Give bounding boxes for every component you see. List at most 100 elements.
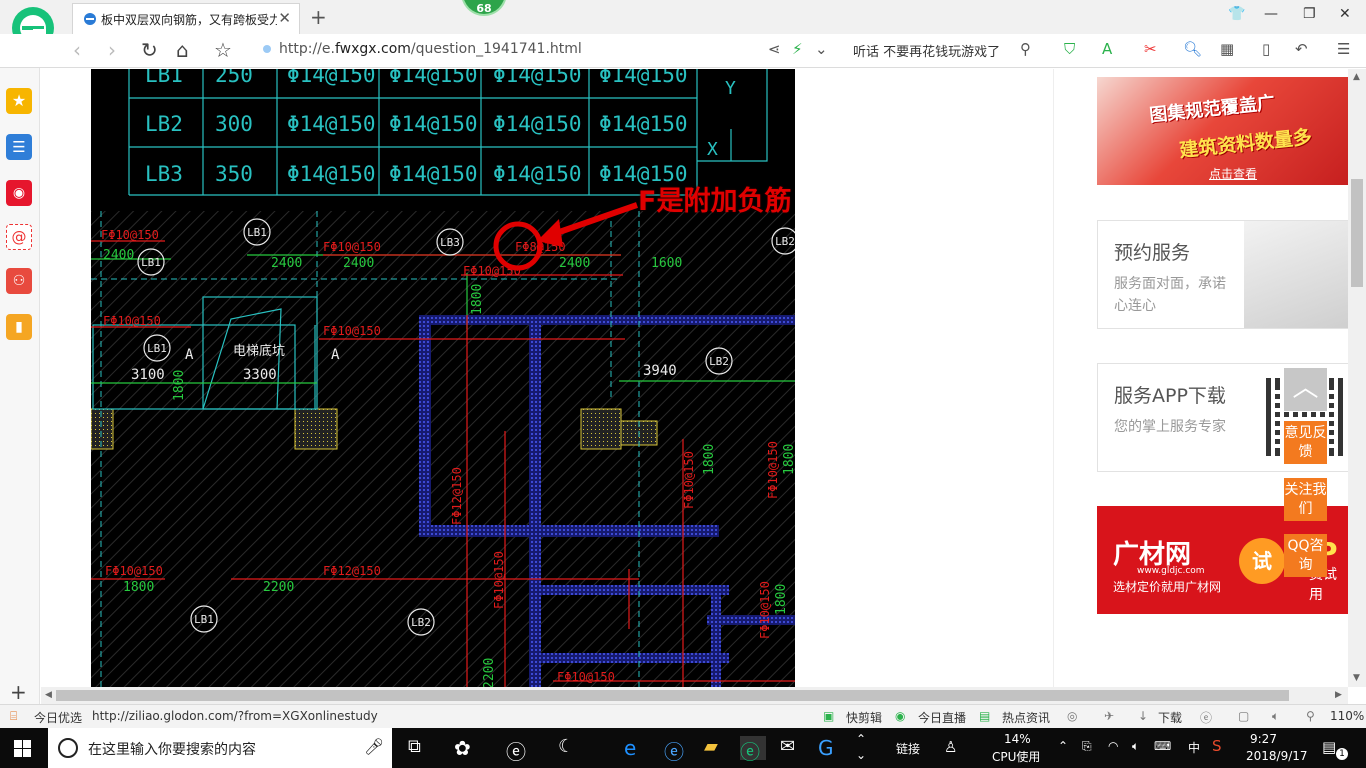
minimize-icon[interactable]: — [1264, 6, 1278, 22]
add-sidebar-icon[interactable]: + [10, 680, 27, 704]
fan-app-icon[interactable]: ✿ [454, 736, 480, 760]
tab-bar: 板中双层双向钢筋，又有跨板受力筋 ✕ + 68 👕 — ❐ ✕ [0, 0, 1366, 57]
banner-ad-top[interactable]: 图集规范覆盖广 建筑资料数量多 点击查看 [1097, 77, 1348, 185]
sogou-icon[interactable]: S [1212, 737, 1222, 755]
keyboard-icon[interactable]: ⌨ [1154, 739, 1171, 753]
tablet-icon[interactable]: ▯ [1262, 40, 1270, 58]
scroll-up-icon[interactable]: ▲ [1353, 72, 1360, 82]
microphone-icon[interactable]: 🎤︎ [364, 737, 384, 756]
appointment-service-card[interactable]: 预约服务 服务面对面，承诺心连心 [1097, 220, 1348, 329]
scroll-right-icon[interactable]: ▶ [1335, 690, 1342, 700]
cad-drawing-image: LB1 250 Φ14@150 Φ14@150 Φ14@150 Φ14@150 … [91, 69, 795, 687]
apps-grid-icon[interactable]: ▦ [1220, 40, 1234, 58]
gift-icon[interactable]: ⌸ [10, 709, 17, 724]
news-icon[interactable]: ▤ [979, 709, 990, 723]
ad-view-link[interactable]: 点击查看 [1209, 165, 1257, 182]
restore-icon[interactable]: ❐ [1303, 6, 1316, 22]
ie-icon[interactable]: ⓔ [1200, 709, 1212, 726]
file-explorer-icon[interactable]: ▰ [704, 736, 730, 760]
email-icon[interactable]: @ [6, 224, 32, 250]
ie-icon[interactable]: ⓔ [664, 736, 690, 764]
close-window-icon[interactable]: ✕ [1339, 6, 1351, 22]
glodon-icon[interactable]: G [818, 736, 844, 760]
today-live[interactable]: 今日直播 [918, 709, 966, 726]
home-icon[interactable]: ⌂ [176, 38, 189, 62]
menu-icon[interactable]: ☰ [1337, 40, 1350, 58]
share-icon[interactable]: ⋖ [768, 40, 781, 58]
new-tab-button[interactable]: + [310, 5, 327, 29]
dropdown-chevron-icon[interactable]: ⌄ [815, 40, 828, 58]
undo-icon[interactable]: ↶ [1295, 40, 1308, 58]
speaker-icon[interactable]: 🔈︎ [1132, 739, 1139, 754]
mail-bell-icon[interactable]: ☾ [558, 736, 584, 760]
notes-icon[interactable]: ▮ [6, 314, 32, 340]
rebar-label: FΦ10@150 [103, 314, 161, 328]
taskbar-scroll-down-icon[interactable]: ⌄ [856, 748, 866, 762]
table-cell-thick: 300 [215, 112, 253, 136]
download-label[interactable]: 下载 [1158, 709, 1182, 726]
network-icon[interactable]: ⎘ [1082, 739, 1092, 754]
translate-icon[interactable]: A [1102, 40, 1112, 58]
slab-tag: LB1 [141, 256, 161, 269]
browser-tab[interactable]: 板中双层双向钢筋，又有跨板受力筋 ✕ [72, 3, 300, 34]
quick-clip[interactable]: 快剪辑 [846, 709, 882, 726]
vertical-scrollbar[interactable]: ▲ ▼ [1348, 69, 1366, 687]
mail-icon[interactable]: ✉ [780, 736, 806, 760]
lightning-icon[interactable]: ⚡ [792, 40, 803, 58]
back-to-top-icon[interactable]: ︿ [1284, 368, 1327, 411]
notification-icon[interactable]: ▤ [1322, 738, 1336, 756]
back-icon[interactable]: ‹ [73, 38, 81, 62]
task-view-icon[interactable]: ⧉ [408, 736, 434, 760]
zoom-icon[interactable]: ⚲ [1306, 709, 1315, 723]
score-badge[interactable]: 68 [461, 0, 507, 16]
search-icon[interactable]: ⚲ [1020, 40, 1031, 58]
favorite-star-icon[interactable]: ☆ [214, 38, 232, 62]
edge-legacy-icon[interactable]: ⓔ [506, 736, 532, 764]
today-picks[interactable]: 今日优选 [34, 709, 82, 726]
feedback-button[interactable]: 意见反馈 [1284, 421, 1327, 464]
weibo-icon[interactable]: ◉ [6, 180, 32, 206]
follow-us-button[interactable]: 关注我们 [1284, 478, 1327, 521]
scissors-icon[interactable]: ✂ [1144, 40, 1157, 58]
zoom-level[interactable]: 110% [1330, 709, 1364, 723]
favorites-star-icon[interactable]: ★ [6, 88, 32, 114]
taskbar-search-box[interactable]: 在这里输入你要搜索的内容 🎤︎ [48, 728, 392, 768]
volume-icon[interactable]: 🔈︎ [1272, 709, 1279, 724]
game-icon[interactable]: ⚇ [6, 268, 32, 294]
clip-icon[interactable]: ▣ [823, 709, 834, 723]
dimension-label: 1800 [172, 370, 187, 401]
people-icon[interactable]: ♙ [944, 738, 957, 756]
clock-date[interactable]: 2018/9/17 [1246, 749, 1308, 763]
windows-start-icon[interactable] [14, 740, 31, 757]
scroll-thumb[interactable] [56, 690, 1289, 701]
live-icon[interactable]: ◉ [895, 709, 905, 723]
browser-360-icon[interactable]: ⓔ [740, 736, 766, 764]
wifi-icon[interactable]: ◠ [1108, 739, 1118, 753]
scroll-thumb[interactable] [1351, 179, 1363, 287]
tray-expand-icon[interactable]: ⌃ [1058, 739, 1068, 753]
magnifier-icon[interactable]: 🔍︎ [1183, 40, 1202, 58]
scroll-left-icon[interactable]: ◀ [45, 690, 52, 700]
news-list-icon[interactable]: ☰ [6, 134, 32, 160]
shirt-skin-icon[interactable]: 👕 [1228, 6, 1245, 22]
window-icon[interactable]: ▢ [1238, 709, 1249, 723]
links-toolbar[interactable]: 链接 [896, 740, 920, 757]
tab-close-icon[interactable]: ✕ [278, 9, 291, 27]
horizontal-scrollbar[interactable]: ◀ ▶ [41, 687, 1348, 704]
shield-icon[interactable]: ⛉ [1064, 40, 1075, 58]
taskbar-scroll-up-icon[interactable]: ⌃ [856, 732, 866, 746]
edge-icon[interactable]: e [624, 736, 650, 760]
ime-indicator[interactable]: 中 [1188, 739, 1200, 756]
download-icon[interactable]: ↓ [1138, 709, 1148, 723]
clock-time[interactable]: 9:27 [1250, 732, 1277, 746]
hot-news[interactable]: 热点资讯 [1002, 709, 1050, 726]
url-field[interactable]: http://e.fwxgx.com/question_1941741.html [263, 41, 582, 57]
speed-icon[interactable]: ◎ [1067, 709, 1077, 723]
hot-search-text[interactable]: 听话 不要再花钱玩游戏了 [853, 41, 1000, 60]
dimension-label: 2400 [559, 256, 590, 271]
scroll-down-icon[interactable]: ▼ [1353, 673, 1360, 683]
qq-consult-button[interactable]: QQ咨询 [1284, 534, 1327, 577]
refresh-icon[interactable]: ↻ [141, 38, 158, 62]
forward-icon[interactable]: › [108, 38, 116, 62]
pin-icon[interactable]: ✈ [1104, 709, 1114, 723]
